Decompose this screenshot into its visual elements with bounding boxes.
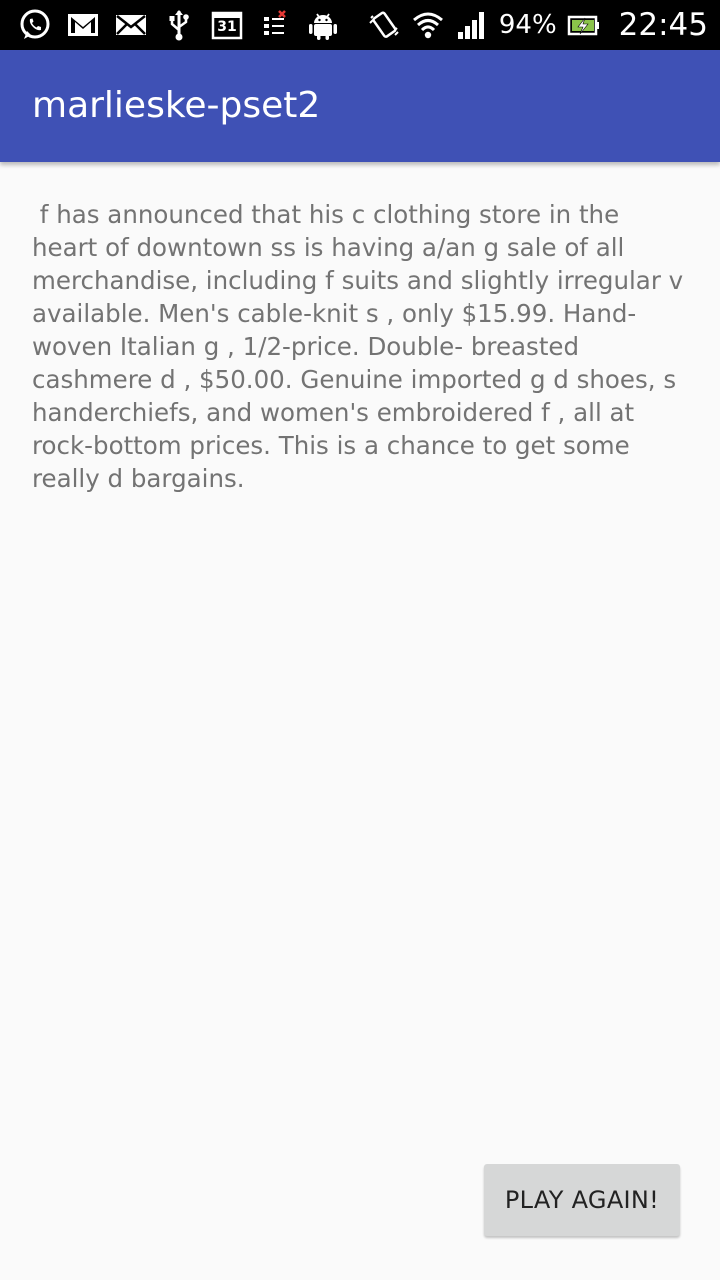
email-icon (114, 8, 148, 42)
calendar-day: 31 (217, 19, 237, 35)
app-bar: marlieske-pset2 (0, 50, 720, 162)
android-icon (306, 8, 340, 42)
calendar-icon: 31 (210, 8, 244, 42)
gmail-icon (66, 8, 100, 42)
story-text: f has announced that his c clothing stor… (32, 200, 691, 493)
notification-icons: 31 (18, 6, 340, 44)
clock-time: 22:45 (618, 7, 708, 43)
vibrate-icon (367, 8, 401, 42)
wifi-icon (411, 8, 445, 42)
signal-icon (455, 8, 489, 42)
battery-charging-icon (567, 8, 601, 42)
usb-icon (162, 8, 196, 42)
whatsapp-icon (18, 8, 52, 42)
notification-icon (258, 8, 292, 42)
play-again-button[interactable]: PLAY AGAIN! (484, 1164, 680, 1236)
status-bar: 31 94% 22:45 (0, 0, 720, 50)
system-icons: 94% 22:45 (367, 6, 708, 44)
app-title: marlieske-pset2 (32, 85, 321, 126)
battery-percent: 94% (498, 10, 557, 40)
